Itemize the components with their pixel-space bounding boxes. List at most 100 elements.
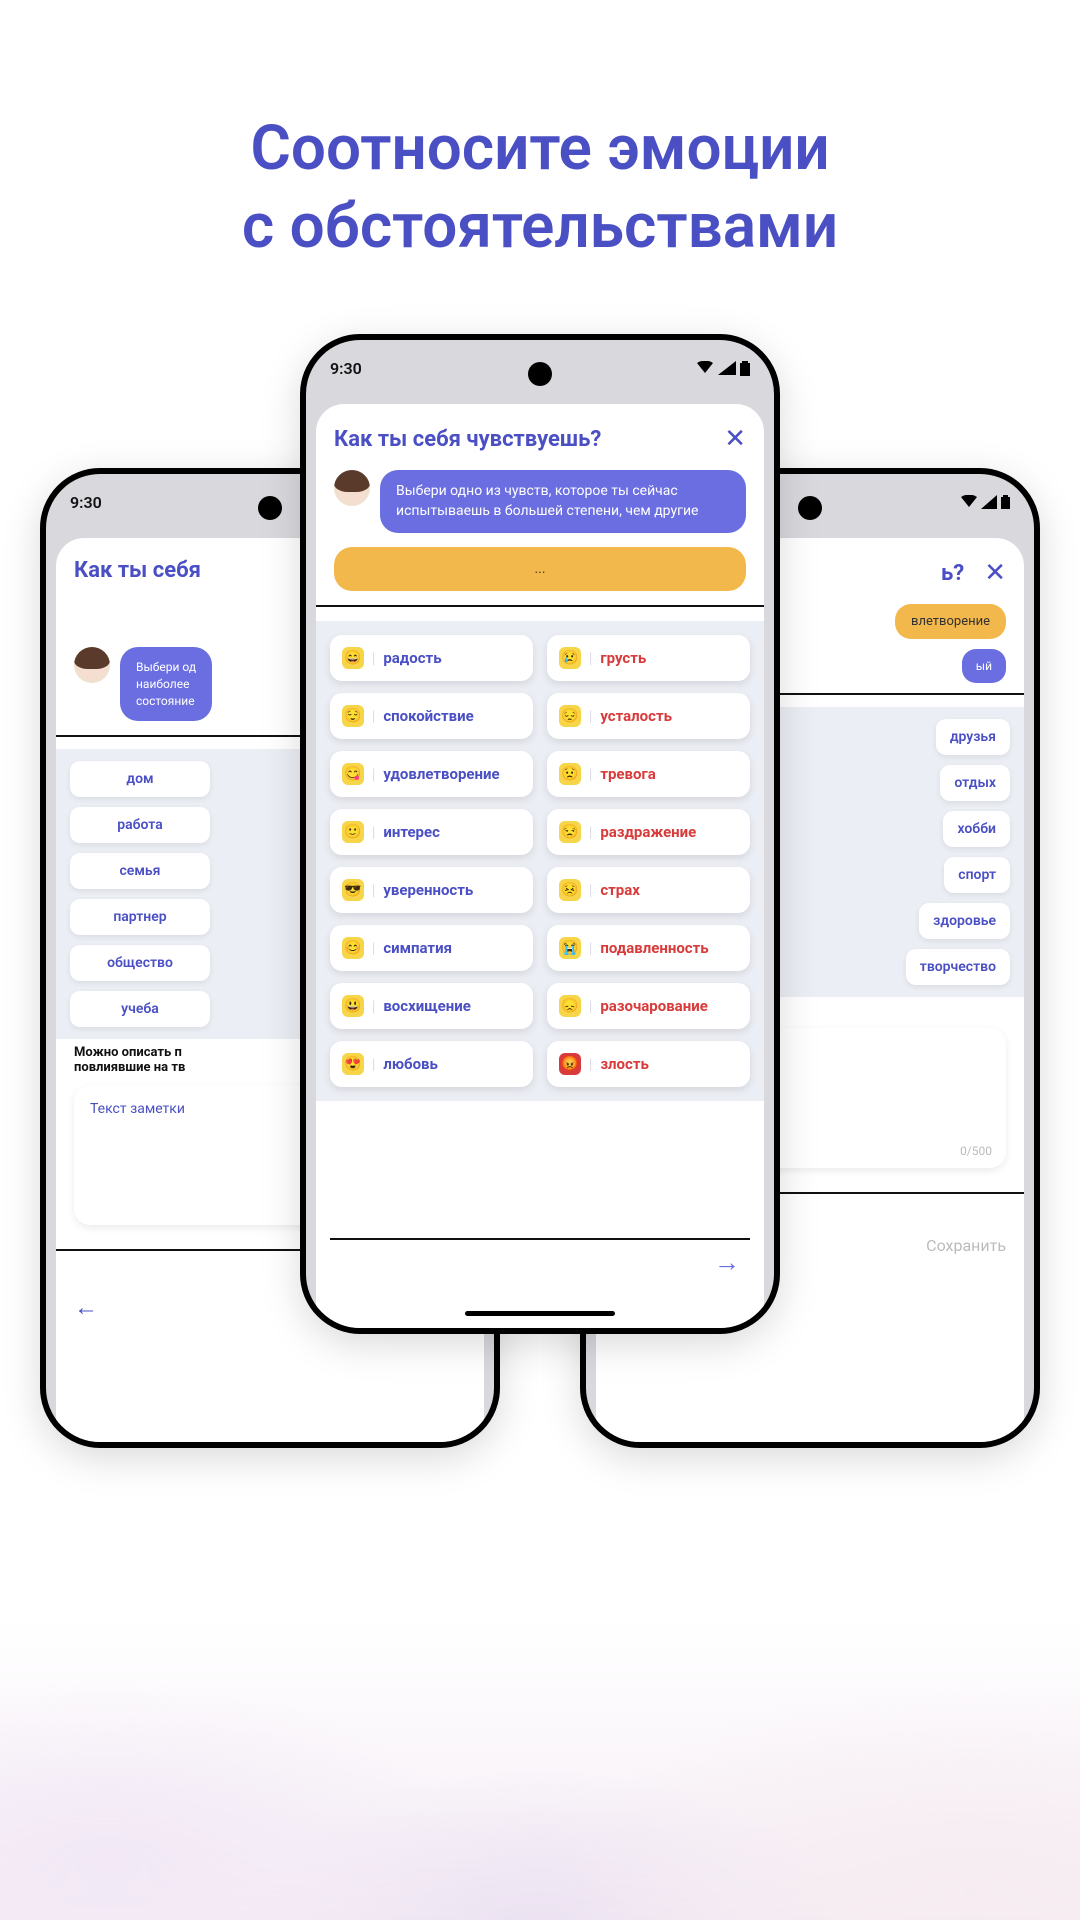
emotion-option[interactable]: 😢|грусть bbox=[547, 635, 750, 681]
assistant-bubble-partial: ый bbox=[962, 649, 1006, 683]
context-tag[interactable]: хобби bbox=[943, 811, 1010, 847]
user-reply-partial: влетворение bbox=[895, 604, 1006, 639]
emoji-icon: 😒 bbox=[559, 821, 581, 843]
notch bbox=[258, 496, 282, 520]
emotion-option[interactable]: 😄|радость bbox=[330, 635, 533, 681]
emotion-label: симпатия bbox=[383, 939, 452, 957]
context-tag[interactable]: дом bbox=[70, 761, 210, 797]
emotion-label: восхищение bbox=[383, 997, 471, 1015]
save-button[interactable]: Сохранить bbox=[926, 1236, 1006, 1255]
emotion-label: тревога bbox=[600, 765, 655, 783]
battery-icon bbox=[740, 361, 750, 376]
avatar bbox=[334, 470, 370, 506]
context-tag[interactable]: отдых bbox=[940, 765, 1010, 801]
emotion-option[interactable]: 😍|любовь bbox=[330, 1041, 533, 1087]
emotion-option[interactable]: 😡|злость bbox=[547, 1041, 750, 1087]
phone-center: 9:30 Как ты себя чувствуешь? ✕ Выбери од… bbox=[300, 334, 780, 1334]
emoji-icon: 😭 bbox=[559, 937, 581, 959]
emotion-label: усталость bbox=[600, 707, 672, 725]
emotion-option[interactable]: 😃|восхищение bbox=[330, 983, 533, 1029]
back-arrow-icon[interactable]: ← bbox=[74, 1293, 98, 1322]
emotion-label: подавленность bbox=[600, 939, 708, 957]
signal-icon bbox=[718, 361, 736, 375]
avatar bbox=[74, 647, 110, 683]
emoji-icon: 😄 bbox=[342, 647, 364, 669]
context-tag[interactable]: здоровье bbox=[919, 903, 1010, 939]
emoji-icon: 😍 bbox=[342, 1053, 364, 1075]
emotion-grid: 😄|радость 😢|грусть 😌|спокойствие 😔|усталост… bbox=[330, 635, 750, 1087]
divider bbox=[316, 605, 764, 607]
assistant-row: Выбери одно из чувств, которое ты сейчас… bbox=[334, 470, 746, 533]
context-tag[interactable]: семья bbox=[70, 853, 210, 889]
status-time: 9:30 bbox=[70, 493, 102, 512]
emoji-icon: 😟 bbox=[559, 763, 581, 785]
screen-title-partial: ь? bbox=[941, 561, 964, 586]
emotion-label: радость bbox=[383, 649, 441, 667]
emoji-icon: 😣 bbox=[559, 879, 581, 901]
context-tag[interactable]: общество bbox=[70, 945, 210, 981]
screen-title: Как ты себя чувствуешь? bbox=[334, 427, 601, 452]
emotion-label: уверенность bbox=[383, 881, 473, 899]
emotion-option[interactable]: 🙂|интерес bbox=[330, 809, 533, 855]
assistant-bubble: Выбери од наиболее состояние bbox=[120, 647, 212, 721]
char-counter: 0/500 bbox=[960, 1144, 992, 1158]
emotion-option[interactable]: 😟|тревога bbox=[547, 751, 750, 797]
signal-icon bbox=[981, 495, 997, 509]
context-tag[interactable]: работа bbox=[70, 807, 210, 843]
next-arrow-icon[interactable]: → bbox=[714, 1247, 740, 1278]
user-bubble[interactable]: ... bbox=[334, 547, 746, 591]
emoji-icon: 😢 bbox=[559, 647, 581, 669]
header: Как ты себя чувствуешь? ✕ bbox=[334, 424, 746, 454]
emotion-option[interactable]: 😌|спокойствие bbox=[330, 693, 533, 739]
emoji-icon: 😌 bbox=[342, 705, 364, 727]
emotion-option[interactable]: 😒|раздражение bbox=[547, 809, 750, 855]
emotion-option[interactable]: 😭|подавленность bbox=[547, 925, 750, 971]
context-tag[interactable]: творчество bbox=[906, 949, 1010, 985]
home-indicator bbox=[465, 1311, 615, 1316]
emotion-label: разочарование bbox=[600, 997, 707, 1015]
emotion-option[interactable]: 😊|симпатия bbox=[330, 925, 533, 971]
close-icon[interactable]: ✕ bbox=[984, 558, 1006, 588]
headline-line1: Соотносите эмоции bbox=[250, 112, 829, 185]
context-tag[interactable]: друзья bbox=[936, 719, 1010, 755]
emotion-option[interactable]: 😞|разочарование bbox=[547, 983, 750, 1029]
emoji-icon: 😃 bbox=[342, 995, 364, 1017]
emotion-option[interactable]: 😣|страх bbox=[547, 867, 750, 913]
emoji-icon: 😡 bbox=[559, 1053, 581, 1075]
status-icons bbox=[961, 495, 1010, 509]
context-tag[interactable]: спорт bbox=[944, 857, 1010, 893]
emotion-label: удовлетворение bbox=[383, 765, 499, 783]
emotion-label: любовь bbox=[383, 1055, 438, 1073]
context-tag[interactable]: партнер bbox=[70, 899, 210, 935]
emotion-option[interactable]: 😔|усталость bbox=[547, 693, 750, 739]
emotion-label: интерес bbox=[383, 823, 440, 841]
emoji-icon: 🙂 bbox=[342, 821, 364, 843]
emotion-option[interactable]: 😎|уверенность bbox=[330, 867, 533, 913]
notch bbox=[528, 362, 552, 386]
emoji-icon: 😊 bbox=[342, 937, 364, 959]
emotion-label: грусть bbox=[600, 649, 646, 667]
emotion-label: раздражение bbox=[600, 823, 696, 841]
emoji-icon: 😞 bbox=[559, 995, 581, 1017]
context-tag[interactable]: учеба bbox=[70, 991, 210, 1027]
emotion-option[interactable]: 😋|удовлетворение bbox=[330, 751, 533, 797]
divider bbox=[330, 1238, 750, 1240]
battery-icon bbox=[1001, 495, 1010, 509]
status-time: 9:30 bbox=[330, 359, 362, 378]
emoji-icon: 😋 bbox=[342, 763, 364, 785]
screen-title: Как ты себя bbox=[74, 558, 201, 583]
wifi-icon bbox=[696, 361, 714, 375]
emotion-section: 😄|радость 😢|грусть 😌|спокойствие 😔|усталост… bbox=[316, 621, 764, 1101]
emotion-label: спокойствие bbox=[383, 707, 473, 725]
close-icon[interactable]: ✕ bbox=[724, 424, 746, 454]
notch bbox=[798, 496, 822, 520]
assistant-bubble: Выбери одно из чувств, которое ты сейчас… bbox=[380, 470, 746, 533]
wifi-icon bbox=[961, 495, 977, 509]
note-placeholder: Текст заметки bbox=[90, 1101, 185, 1117]
status-icons bbox=[696, 361, 750, 376]
emoji-icon: 😎 bbox=[342, 879, 364, 901]
screen-card: Как ты себя чувствуешь? ✕ Выбери одно из… bbox=[316, 404, 764, 1328]
headline-line2: с обстоятельствами bbox=[242, 190, 838, 263]
emotion-label: страх bbox=[600, 881, 640, 899]
emoji-icon: 😔 bbox=[559, 705, 581, 727]
